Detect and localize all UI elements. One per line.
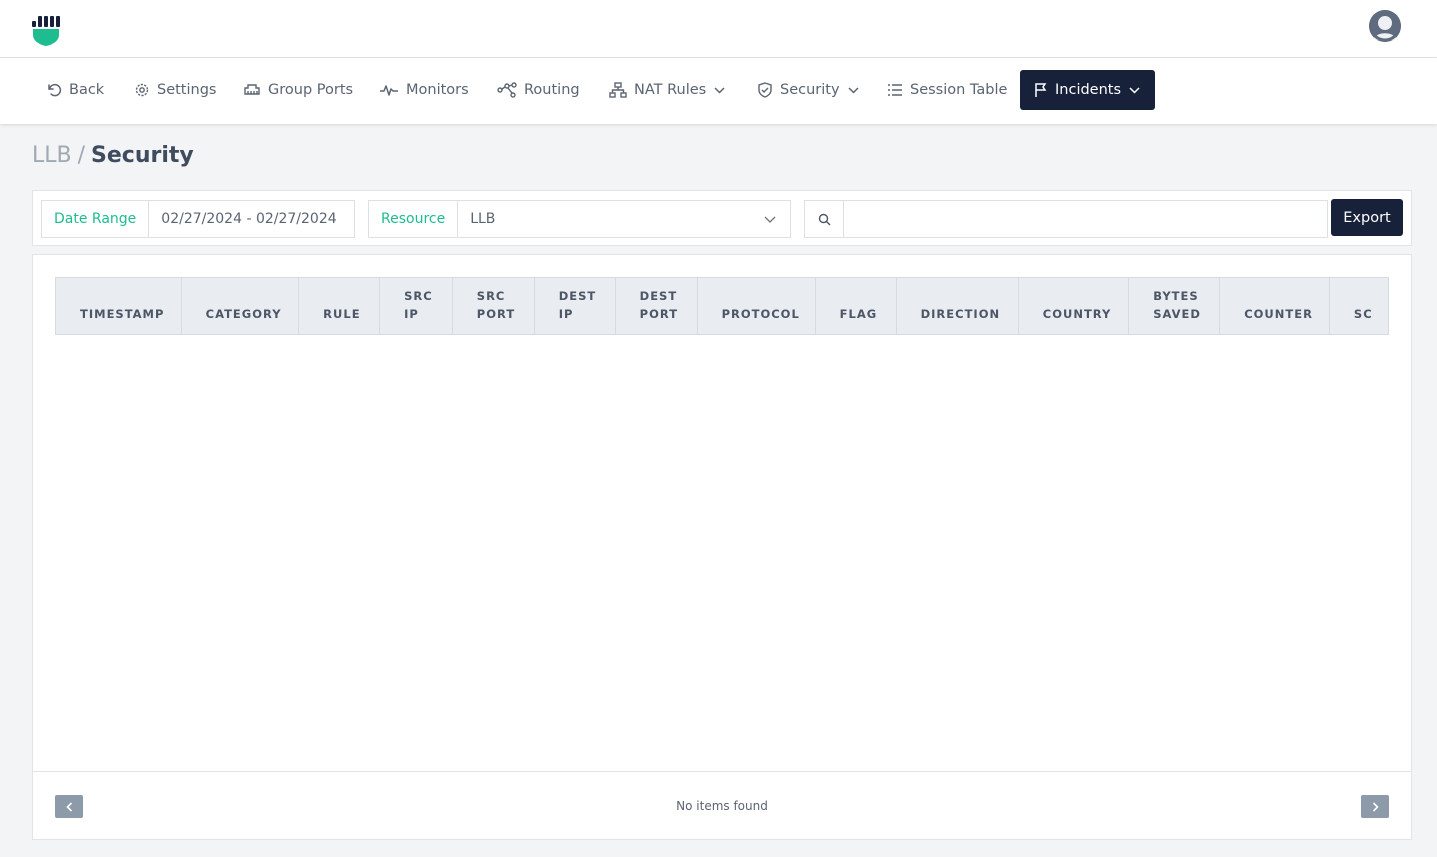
nav-nat-rules[interactable]: NAT Rules xyxy=(609,70,725,110)
ports-icon xyxy=(244,84,260,95)
table-scroll-area[interactable]: TIMESTAMP CATEGORY RULE SRC IP SRC PORT DE… xyxy=(55,277,1389,335)
nav-session-table-label: Session Table xyxy=(910,82,1008,98)
column-header-label: CATEGORY xyxy=(205,307,282,321)
nav-security-label: Security xyxy=(780,82,840,98)
column-header-label: BYTES xyxy=(1153,289,1199,303)
column-header-protocol[interactable]: PROTOCOL xyxy=(696,277,816,335)
breadcrumb-parent[interactable]: LLB xyxy=(32,143,72,168)
column-header-label: DEST xyxy=(639,289,678,303)
date-range-value[interactable]: 02/27/2024 - 02/27/2024 xyxy=(149,211,354,227)
nav-monitors-label: Monitors xyxy=(406,82,469,98)
column-header-label: SAVED xyxy=(1153,307,1201,321)
nav-settings-label: Settings xyxy=(157,82,217,98)
date-range-label: Date Range xyxy=(42,201,150,237)
chevron-down-icon xyxy=(764,216,776,223)
column-header-src-ip[interactable]: SRC IP xyxy=(379,277,453,335)
nav-security[interactable]: Security xyxy=(757,70,859,110)
column-header-counter[interactable]: COUNTER xyxy=(1219,277,1330,335)
nav-routing-label: Routing xyxy=(524,82,580,98)
breadcrumb: LLB / Security xyxy=(32,143,194,168)
nav-back-label: Back xyxy=(69,82,105,98)
column-header-timestamp[interactable]: TIMESTAMP xyxy=(55,277,182,335)
column-header-label: SRC xyxy=(404,289,433,303)
nav-session-table[interactable]: Session Table xyxy=(887,70,1007,110)
top-bar xyxy=(0,0,1437,58)
search-icon[interactable] xyxy=(805,201,844,237)
nav-routing[interactable]: Routing xyxy=(497,70,580,110)
undo-icon xyxy=(48,83,62,97)
column-header-country[interactable]: COUNTRY xyxy=(1017,277,1130,335)
chevron-down-icon xyxy=(714,86,725,94)
table-header-row: TIMESTAMP CATEGORY RULE SRC IP SRC PORT DE… xyxy=(55,277,1389,335)
search-input[interactable] xyxy=(844,201,1327,237)
nav-settings[interactable]: Settings xyxy=(134,70,216,110)
column-header-label: DEST xyxy=(558,289,597,303)
column-header-label: COUNTER xyxy=(1244,307,1313,321)
nav-bar: Back Settings Group Ports Monitors Routi… xyxy=(0,58,1437,124)
filter-panel: Date Range 02/27/2024 - 02/27/2024 Resou… xyxy=(32,190,1412,246)
nav-incidents-label: Incidents xyxy=(1055,82,1122,98)
export-button[interactable]: Export xyxy=(1331,199,1403,236)
table-panel: TIMESTAMP CATEGORY RULE SRC IP SRC PORT DE… xyxy=(32,254,1412,840)
routing-icon xyxy=(497,82,517,98)
search-box xyxy=(804,200,1328,238)
column-header-label: PROTOCOL xyxy=(721,307,800,321)
nav-nat-rules-label: NAT Rules xyxy=(634,82,707,98)
column-header-direction[interactable]: DIRECTION xyxy=(895,277,1019,335)
nav-group-ports-label: Group Ports xyxy=(268,82,354,98)
column-header-label: RULE xyxy=(323,307,361,321)
column-header-label: IP xyxy=(404,307,419,321)
resource-select[interactable]: Resource LLB xyxy=(368,200,791,238)
column-header-dest-port[interactable]: DEST PORT xyxy=(614,277,698,335)
column-header-label: DIRECTION xyxy=(920,307,1001,321)
chevron-right-icon xyxy=(1372,801,1379,812)
column-header-rule[interactable]: RULE xyxy=(298,277,381,335)
nav-incidents[interactable]: Incidents xyxy=(1020,70,1155,110)
date-range-field[interactable]: Date Range 02/27/2024 - 02/27/2024 xyxy=(41,200,355,238)
table-footer: No items found xyxy=(33,771,1411,839)
shield-icon xyxy=(758,82,772,98)
column-header-label: PORT xyxy=(639,307,679,321)
column-header-flag[interactable]: FLAG xyxy=(814,277,897,335)
fist-shield-logo[interactable] xyxy=(32,15,60,46)
chevron-down-icon xyxy=(848,86,859,94)
breadcrumb-separator: / xyxy=(77,143,86,168)
list-icon xyxy=(888,84,902,96)
column-header-label: FLAG xyxy=(839,307,878,321)
nav-monitors[interactable]: Monitors xyxy=(379,70,469,110)
column-header-label: SRC xyxy=(476,289,506,303)
nav-back[interactable]: Back xyxy=(46,70,104,110)
resource-value[interactable]: LLB xyxy=(458,211,764,227)
column-header-label: IP xyxy=(558,307,574,321)
flag-icon xyxy=(1035,83,1047,97)
network-icon xyxy=(609,82,627,98)
incidents-table: TIMESTAMP CATEGORY RULE SRC IP SRC PORT DE… xyxy=(55,277,1389,335)
column-header-label: PORT xyxy=(476,307,516,321)
next-page-button[interactable] xyxy=(1361,795,1389,818)
column-header-label: TIMESTAMP xyxy=(80,307,165,321)
resource-label: Resource xyxy=(369,201,459,237)
column-header-src-port[interactable]: SRC PORT xyxy=(451,277,535,335)
nav-group-ports[interactable]: Group Ports xyxy=(243,70,353,110)
column-header-bytes-saved[interactable]: BYTES SAVED xyxy=(1128,277,1221,335)
pulse-icon xyxy=(380,85,398,96)
gear-icon xyxy=(135,83,149,97)
empty-message: No items found xyxy=(676,799,768,813)
chevron-down-icon xyxy=(1129,86,1140,94)
column-header-label: COUNTRY xyxy=(1042,307,1112,321)
column-header-label: SC xyxy=(1353,307,1373,321)
page-title: Security xyxy=(91,143,194,168)
column-header-dest-ip[interactable]: DEST IP xyxy=(533,277,616,335)
column-header-category[interactable]: CATEGORY xyxy=(180,277,300,335)
user-avatar[interactable] xyxy=(1369,10,1401,42)
column-header-truncated[interactable]: SC xyxy=(1328,277,1389,335)
